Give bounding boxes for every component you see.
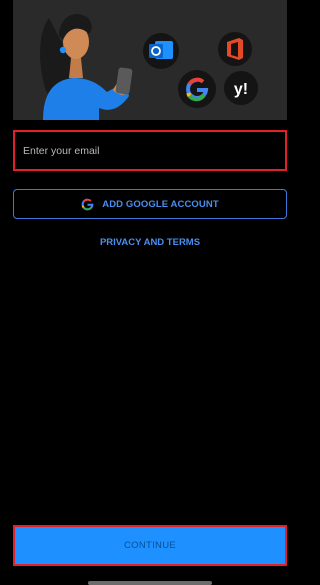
outlook-icon <box>143 33 179 69</box>
google-g-icon <box>81 198 94 210</box>
email-input[interactable] <box>15 132 285 169</box>
yahoo-icon: y! <box>224 71 258 105</box>
svg-text:y!: y! <box>234 81 248 98</box>
email-field-container[interactable] <box>13 130 287 171</box>
google-icon <box>178 70 216 108</box>
add-google-account-label: ADD GOOGLE ACCOUNT <box>102 198 219 210</box>
woman-illustration <box>40 14 133 120</box>
continue-button[interactable]: CONTINUE <box>13 525 287 566</box>
privacy-and-terms-link[interactable]: PRIVACY AND TERMS <box>0 237 300 248</box>
add-google-account-button[interactable]: ADD GOOGLE ACCOUNT <box>13 189 287 219</box>
home-indicator[interactable] <box>88 581 212 585</box>
hero-illustration: y! <box>40 14 258 120</box>
office-icon <box>218 32 252 66</box>
hero-banner: y! <box>13 0 287 120</box>
continue-label: CONTINUE <box>123 540 176 551</box>
